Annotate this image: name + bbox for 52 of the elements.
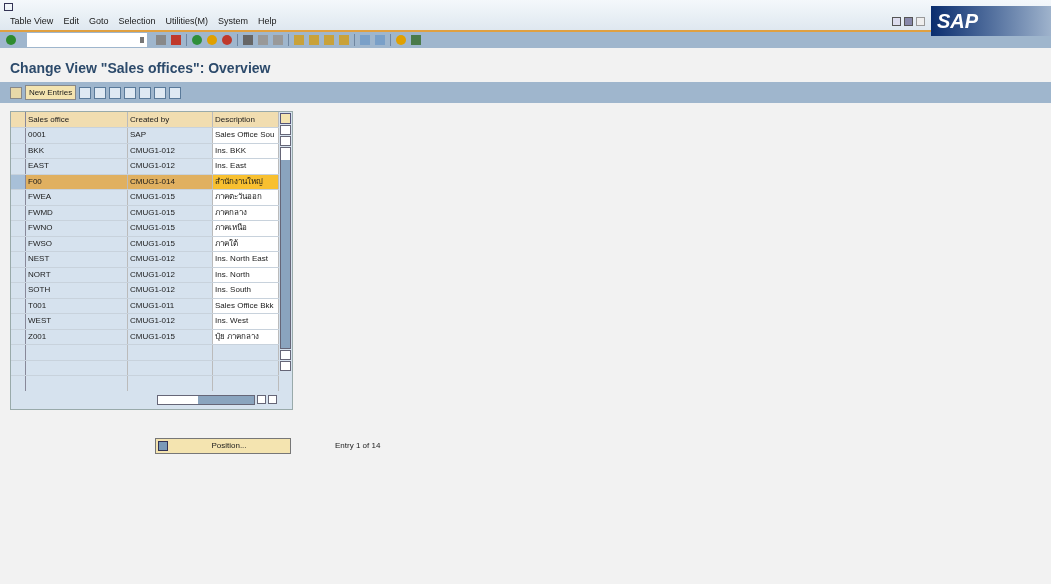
- entry-status: Entry 1 of 14: [335, 439, 381, 452]
- menu-item[interactable]: Table View: [10, 14, 54, 28]
- table-cell[interactable]: Sales Office Bkk: [213, 298, 279, 313]
- table-cell[interactable]: Ins. BKK: [213, 143, 279, 158]
- table-cell: FWMD: [26, 205, 128, 220]
- table-cell[interactable]: ปุ๋ย ภาคกลาง: [213, 329, 279, 344]
- table-cell: FWSO: [26, 236, 128, 251]
- row-selector[interactable]: [11, 174, 26, 189]
- table-cell: WEST: [26, 314, 128, 329]
- table-cell: F00: [26, 174, 128, 189]
- table-cell: Z001: [26, 329, 128, 344]
- menu-item[interactable]: Edit: [63, 14, 79, 28]
- table-cell[interactable]: Sales Office Sou: [213, 128, 279, 143]
- table-cell: T001: [26, 298, 128, 313]
- table-cell[interactable]: Ins. North: [213, 267, 279, 282]
- table-cell[interactable]: Ins. South: [213, 283, 279, 298]
- maximize-icon[interactable]: [904, 16, 913, 26]
- menu-item[interactable]: System: [217, 14, 248, 28]
- window-menu-icon[interactable]: [4, 3, 13, 11]
- table-cell[interactable]: สำนักงานใหญ่: [213, 174, 279, 189]
- vertical-scrollbar[interactable]: [280, 147, 291, 349]
- column-header[interactable]: Created by: [128, 112, 213, 127]
- table-cell[interactable]: ภาคใต้: [213, 236, 279, 251]
- table-cell: BKK: [26, 143, 128, 158]
- table-cell: 0001: [26, 128, 128, 143]
- enter-check-icon[interactable]: [6, 35, 16, 45]
- table-cell: CMUG1-014: [128, 174, 213, 189]
- column-header[interactable]: Description: [213, 112, 279, 127]
- table-cell[interactable]: ภาคกลาง: [213, 205, 279, 220]
- table-cell: FWNO: [26, 221, 128, 236]
- menu-item[interactable]: Help: [257, 14, 277, 28]
- table-cell: NORT: [26, 267, 128, 282]
- table-cell[interactable]: Ins. West: [213, 314, 279, 329]
- menu-item[interactable]: Selection: [118, 14, 156, 28]
- command-field[interactable]: [27, 33, 147, 47]
- menu-item[interactable]: Utilities(M): [165, 14, 208, 28]
- new-entries-button[interactable]: New Entries: [25, 85, 77, 100]
- horizontal-scrollbar[interactable]: [157, 394, 255, 405]
- menu-item[interactable]: Goto: [88, 14, 109, 28]
- table-cell[interactable]: Ins. East: [213, 159, 279, 174]
- position-button[interactable]: Position...: [155, 437, 291, 454]
- logo: SAP: [937, 9, 979, 34]
- table-cell: SOTH: [26, 283, 128, 298]
- table-cell: NEST: [26, 252, 128, 267]
- minimize-icon[interactable]: [892, 16, 901, 26]
- table-cell: EAST: [26, 159, 128, 174]
- table-cell[interactable]: ภาคตะวันออก: [213, 190, 279, 205]
- table-cell[interactable]: Ins. North East: [213, 252, 279, 267]
- table-cell: FWEA: [26, 190, 128, 205]
- column-header[interactable]: Sales office: [26, 112, 128, 127]
- screen-title: Change View "Sales offices": Overview: [10, 58, 271, 78]
- table-cell[interactable]: ภาคเหนือ: [213, 221, 279, 236]
